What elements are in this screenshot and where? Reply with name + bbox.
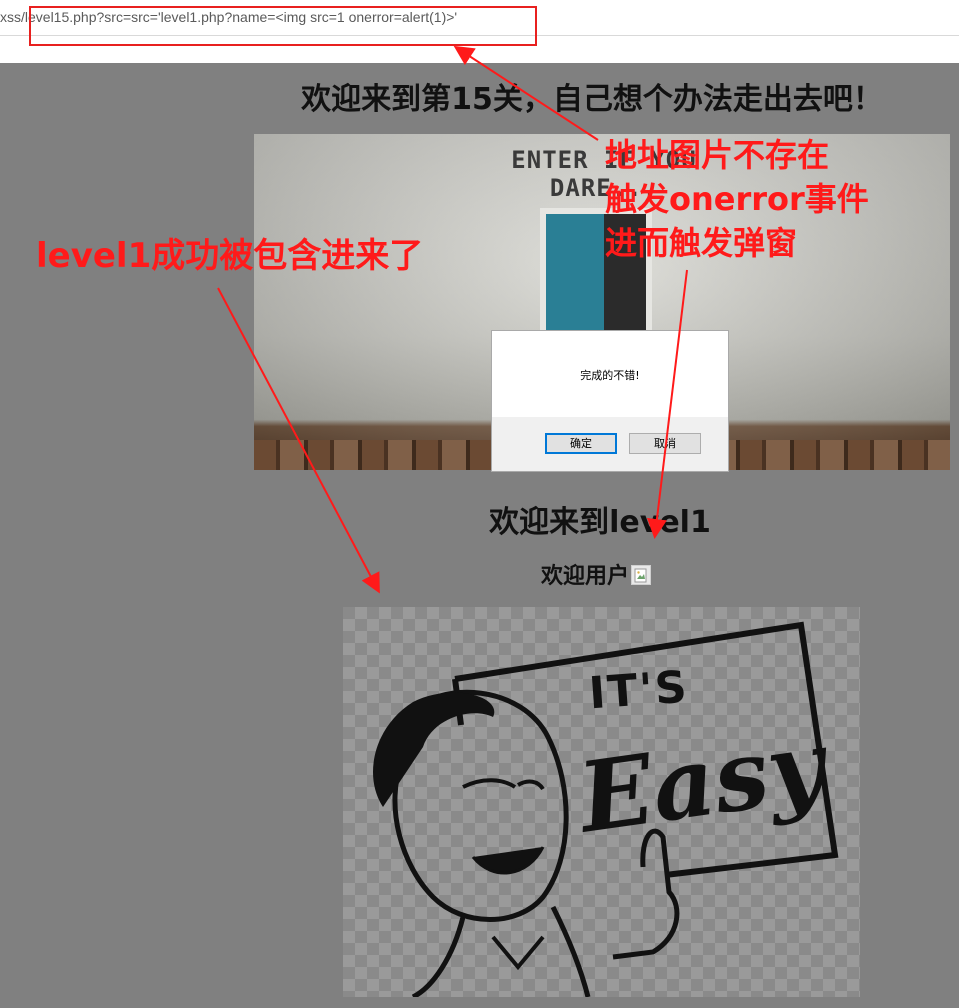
ok-button[interactable]: 确定	[545, 433, 617, 454]
its-text: IT'S	[587, 661, 691, 720]
welcome-text: 欢迎用户	[541, 564, 630, 589]
url-highlight-box	[29, 6, 537, 46]
annotation-right-line2: 触发onerror事件	[605, 180, 869, 218]
alert-dialog: 完成的不错! 确定 取消	[491, 330, 729, 472]
alert-message: 完成的不错!	[580, 369, 640, 382]
welcome-line: 欢迎用户	[541, 558, 652, 590]
cancel-button[interactable]: 取消	[629, 433, 701, 454]
annotation-right-line1: 地址图片不存在	[605, 136, 830, 174]
level1-heading: 欢迎来到level1	[489, 505, 711, 540]
annotation-right-line3: 进而触发弹窗	[605, 224, 798, 262]
broken-image-icon	[631, 565, 652, 585]
its-easy-illustration: IT'S Easy	[343, 607, 860, 997]
page-title: 欢迎来到第15关，自己想个办法走出去吧！	[301, 82, 883, 117]
annotation-left: level1成功被包含进来了	[36, 236, 424, 276]
